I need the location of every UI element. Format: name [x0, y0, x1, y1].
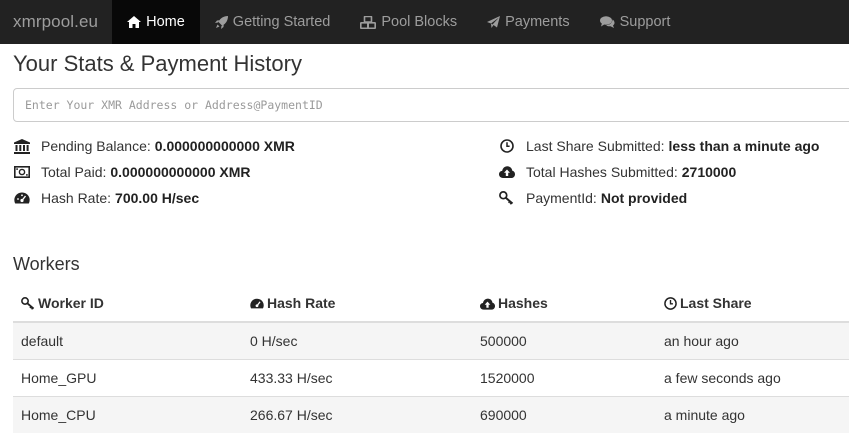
stat-pending-balance: Pending Balance: 0.000000000000 XMR [13, 138, 295, 154]
last-share-value: less than a minute ago [668, 138, 820, 154]
payment-id-label: PaymentId: [526, 190, 597, 206]
cloud-upload-icon [480, 298, 495, 310]
clock-icon [498, 138, 515, 154]
home-icon [127, 16, 142, 28]
column-hash-rate[interactable]: Hash Rate [242, 285, 472, 323]
nav-pool-blocks-label: Pool Blocks [381, 14, 458, 30]
pending-balance-value: 0.000000000000 XMR [154, 138, 295, 154]
worker-id-cell: Home_CPU [13, 395, 242, 433]
nav-payments-label: Payments [505, 14, 570, 30]
nav-getting-started[interactable]: Getting Started [200, 0, 346, 44]
table-row: Home_GPU 433.33 H/sec 1520000 a few seco… [13, 358, 849, 396]
worker-id-cell: Home_GPU [13, 358, 242, 396]
total-hashes-label: Total Hashes Submitted: [526, 164, 678, 180]
dashboard-icon [250, 298, 264, 309]
stat-total-paid: Total Paid: 0.000000000000 XMR [13, 164, 250, 180]
stat-total-hashes: Total Hashes Submitted: 2710000 [498, 164, 736, 180]
column-hashes[interactable]: Hashes [472, 285, 656, 323]
paper-plane-icon [487, 15, 501, 28]
nav-getting-started-label: Getting Started [232, 14, 331, 30]
xmr-address-input[interactable] [13, 88, 849, 122]
money-icon [13, 164, 30, 180]
workers-title: Workers [13, 254, 80, 274]
bank-icon [13, 138, 30, 154]
table-row: Home_CPU 266.67 H/sec 690000 a minute ag… [13, 395, 849, 433]
hash-rate-cell: 0 H/sec [242, 321, 472, 359]
hash-rate-label: Hash Rate: [41, 190, 112, 206]
cloud-upload-icon [498, 164, 515, 180]
column-hash-rate-label: Hash Rate [267, 295, 336, 311]
pending-balance-label: Pending Balance: [41, 138, 151, 154]
stat-payment-id: PaymentId: Not provided [498, 190, 687, 206]
hashes-cell: 500000 [472, 321, 656, 359]
column-last-share[interactable]: Last Share [656, 285, 849, 323]
total-paid-value: 0.000000000000 XMR [110, 164, 251, 180]
nav-payments[interactable]: Payments [472, 0, 584, 44]
last-share-cell: a minute ago [656, 395, 849, 433]
dashboard-icon [13, 190, 30, 206]
last-share-cell: an hour ago [656, 321, 849, 359]
last-share-cell: a few seconds ago [656, 358, 849, 396]
nav-pool-blocks[interactable]: Pool Blocks [345, 0, 472, 44]
page-title: Your Stats & Payment History [13, 51, 302, 76]
nav-support[interactable]: Support [585, 0, 686, 44]
top-navbar: xmrpool.eu Home Getting Started Pool Blo… [0, 0, 849, 44]
hash-rate-cell: 433.33 H/sec [242, 358, 472, 396]
nav-home-label: Home [146, 14, 185, 30]
nav-home[interactable]: Home [112, 0, 200, 44]
cubes-icon [360, 15, 377, 29]
workers-table-header: Worker ID Hash Rate Hashes Last Share [13, 285, 849, 323]
table-row: default 0 H/sec 500000 an hour ago [13, 321, 849, 359]
rocket-icon [214, 15, 228, 29]
clock-icon [664, 297, 677, 310]
key-icon [498, 190, 515, 206]
column-hashes-label: Hashes [498, 295, 548, 311]
hashes-cell: 690000 [472, 395, 656, 433]
stat-hash-rate: Hash Rate: 700.00 H/sec [13, 190, 199, 206]
key-icon [21, 297, 35, 310]
last-share-label: Last Share Submitted: [526, 138, 665, 154]
nav-support-label: Support [619, 14, 671, 30]
total-hashes-value: 2710000 [681, 164, 737, 180]
column-worker-id-label: Worker ID [38, 295, 104, 311]
brand-link[interactable]: xmrpool.eu [0, 0, 112, 44]
total-paid-label: Total Paid: [41, 164, 107, 180]
hashes-cell: 1520000 [472, 358, 656, 396]
column-last-share-label: Last Share [680, 295, 752, 311]
workers-table: Worker ID Hash Rate Hashes Last Share de… [13, 285, 849, 433]
stat-last-share: Last Share Submitted: less than a minute… [498, 138, 819, 154]
payment-id-value: Not provided [600, 190, 688, 206]
hash-rate-cell: 266.67 H/sec [242, 395, 472, 433]
comments-icon [599, 16, 615, 28]
column-worker-id[interactable]: Worker ID [13, 285, 242, 323]
hash-rate-value: 700.00 H/sec [115, 190, 200, 206]
worker-id-cell: default [13, 321, 242, 359]
